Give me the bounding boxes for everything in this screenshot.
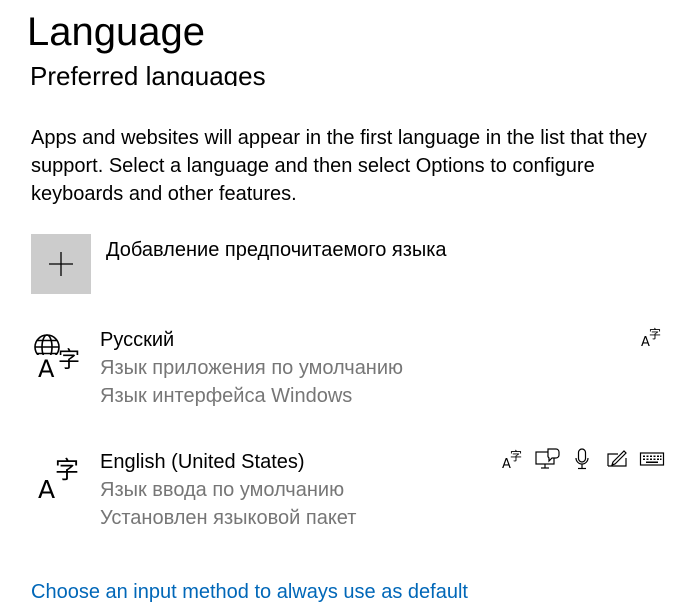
text-to-speech-icon xyxy=(534,446,560,472)
language-detail: Установлен языковой пакет xyxy=(100,507,357,529)
language-pack-icon: A 字 xyxy=(500,446,526,472)
language-detail: Язык ввода по умолчанию xyxy=(100,479,345,501)
svg-text:字: 字 xyxy=(55,456,79,484)
add-language-button[interactable] xyxy=(31,234,91,294)
globe-language-icon: A 字 xyxy=(32,330,82,382)
svg-text:字: 字 xyxy=(58,348,80,373)
default-input-method-link[interactable]: Choose an input method to always use as … xyxy=(31,578,468,606)
description-text: Apps and websites will appear in the fir… xyxy=(31,127,647,205)
svg-text:字: 字 xyxy=(510,448,522,463)
language-icon: A 字 xyxy=(32,450,82,502)
language-pack-icon: A 字 xyxy=(639,324,665,350)
language-detail: Язык интерфейса Windows xyxy=(100,385,353,407)
svg-text:字: 字 xyxy=(649,326,661,341)
add-language-label[interactable]: Добавление предпочитаемого языка xyxy=(106,236,447,264)
svg-text:A: A xyxy=(38,475,55,502)
language-item-russian[interactable]: A 字 Русский Язык приложения по умолчанию… xyxy=(28,322,673,422)
keyboard-icon xyxy=(639,446,665,472)
language-detail: Язык приложения по умолчанию xyxy=(100,357,404,379)
speech-recognition-icon xyxy=(569,446,595,472)
language-name: English (United States) xyxy=(100,451,305,473)
page-title: Language xyxy=(27,10,205,54)
svg-text:A: A xyxy=(38,355,55,382)
language-item-english[interactable]: A 字 English (United States) Язык ввода п… xyxy=(28,444,673,544)
language-name: Русский xyxy=(100,329,175,351)
section-title: Preferred languages xyxy=(30,61,266,86)
plus-icon xyxy=(48,251,74,277)
handwriting-icon xyxy=(604,446,630,472)
